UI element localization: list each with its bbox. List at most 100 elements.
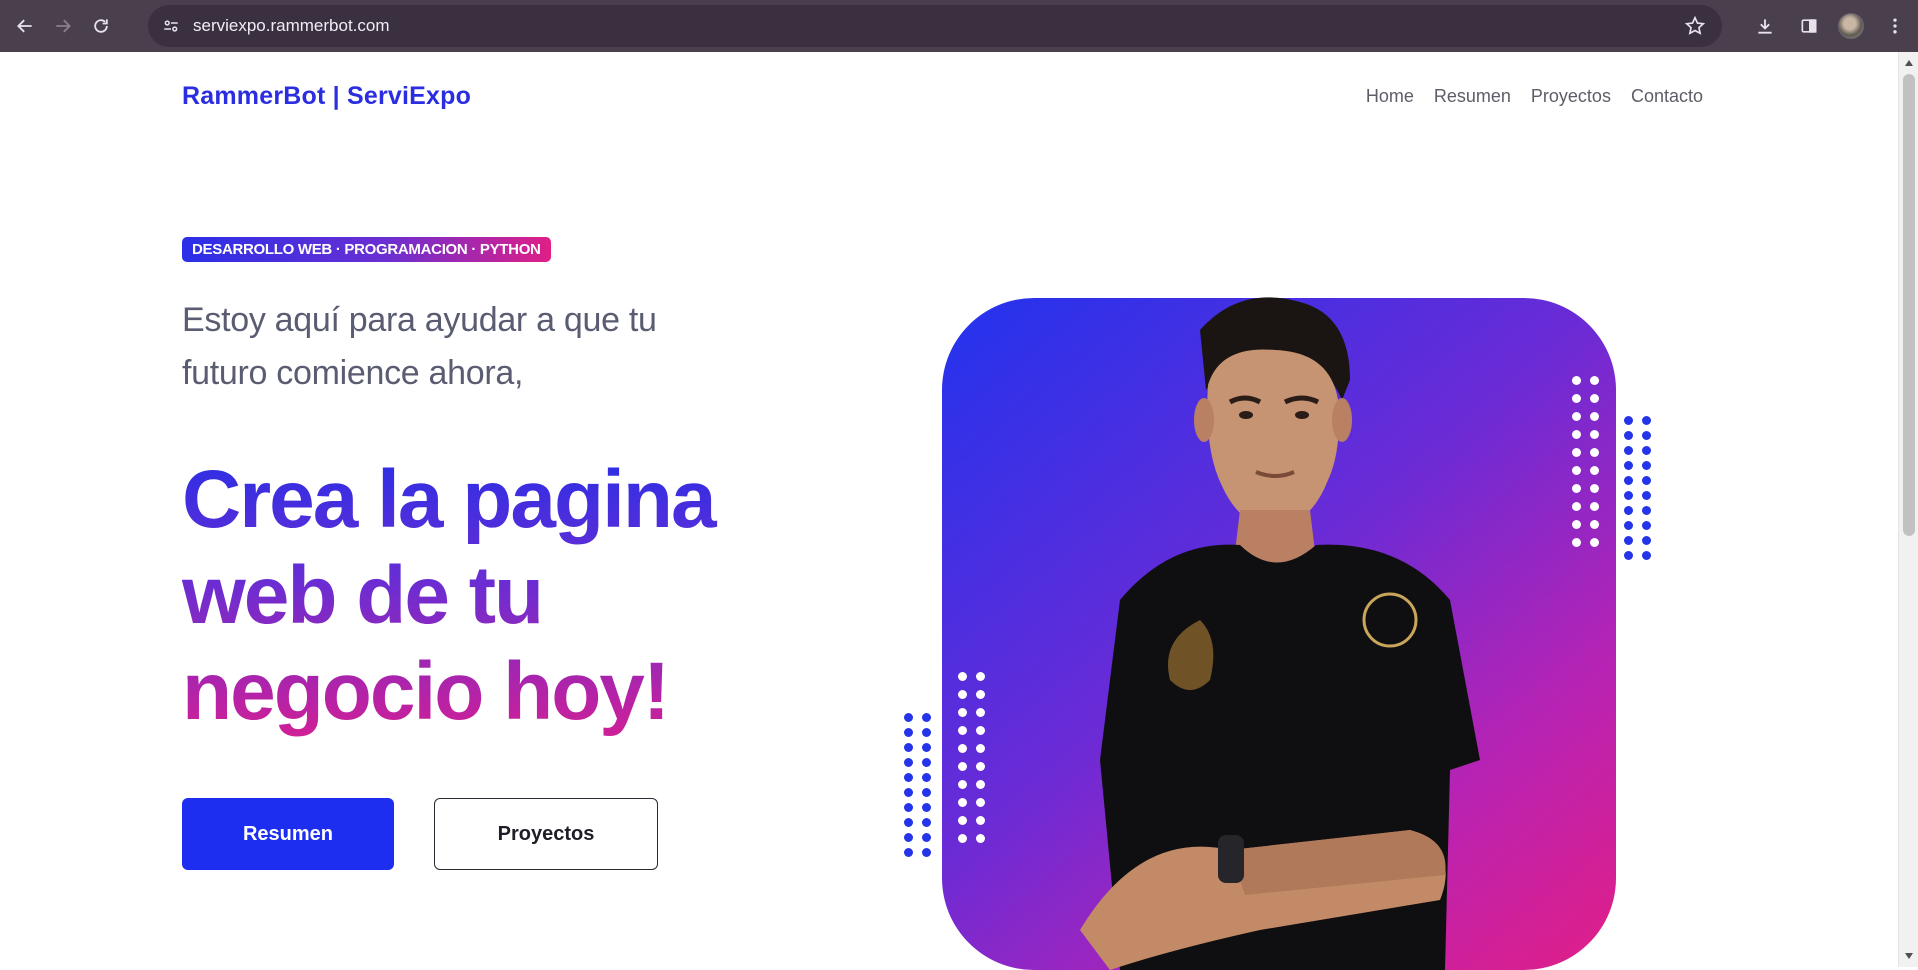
browser-menu-button[interactable] — [1876, 7, 1914, 45]
decorative-dot — [1642, 431, 1651, 440]
decorative-dot — [958, 708, 967, 717]
decorative-dot — [904, 728, 913, 737]
arrow-right-icon — [56, 19, 71, 33]
decorative-dot — [922, 818, 931, 827]
decorative-dot — [976, 780, 985, 789]
decorative-dot — [1590, 502, 1599, 511]
decorative-dot — [958, 744, 967, 753]
site-logo[interactable]: RammerBot | ServiExpo — [182, 82, 471, 111]
page-scrollbar[interactable] — [1898, 52, 1918, 967]
decorative-dot — [1642, 506, 1651, 515]
decorative-dot — [922, 773, 931, 782]
arrow-left-icon — [17, 19, 32, 33]
decorative-dot — [922, 743, 931, 752]
decorative-dot — [922, 833, 931, 842]
decorative-dot — [1642, 416, 1651, 425]
decorative-dot — [1642, 476, 1651, 485]
kebab-menu-icon — [1893, 18, 1897, 34]
decorative-dot — [1642, 461, 1651, 470]
nav-home[interactable]: Home — [1366, 86, 1414, 107]
decorative-dots-top-blue — [1624, 416, 1651, 560]
decorative-dot — [958, 834, 967, 843]
url-text: serviexpo.rammerbot.com — [193, 16, 390, 35]
profile-photo — [1080, 297, 1480, 970]
scroll-down-arrow-icon[interactable] — [1905, 953, 1913, 959]
hero-headline: Crea la pagina web de tu negocio hoy! — [182, 452, 802, 740]
scroll-up-arrow-icon[interactable] — [1905, 60, 1913, 66]
decorative-dot — [1624, 506, 1633, 515]
decorative-dot — [976, 708, 985, 717]
decorative-dot — [1590, 448, 1599, 457]
decorative-dot — [904, 773, 913, 782]
skills-badge: DESARROLLO WEB · PROGRAMACION · PYTHON — [182, 237, 551, 262]
site-info-icon[interactable] — [157, 12, 185, 40]
reload-button[interactable] — [82, 7, 120, 45]
decorative-dot — [1590, 466, 1599, 475]
browser-toolbar: serviexpo.rammerbot.com — [0, 0, 1918, 52]
decorative-dot — [1590, 430, 1599, 439]
nav-proyectos[interactable]: Proyectos — [1531, 86, 1611, 107]
decorative-dot — [958, 690, 967, 699]
decorative-dots-bottom-white — [958, 672, 985, 843]
resumen-button[interactable]: Resumen — [182, 798, 394, 870]
profile-avatar[interactable] — [1838, 13, 1864, 39]
decorative-dot — [904, 848, 913, 857]
decorative-dot — [1572, 376, 1581, 385]
proyectos-button[interactable]: Proyectos — [434, 798, 658, 870]
decorative-dot — [1590, 394, 1599, 403]
decorative-dot — [1642, 446, 1651, 455]
decorative-dot — [1572, 448, 1581, 457]
decorative-dot — [1590, 484, 1599, 493]
bookmark-star-icon[interactable] — [1684, 15, 1706, 42]
decorative-dot — [1590, 538, 1599, 547]
forward-button[interactable] — [44, 7, 82, 45]
decorative-dot — [904, 833, 913, 842]
decorative-dot — [1624, 551, 1633, 560]
decorative-dot — [904, 713, 913, 722]
nav-contacto[interactable]: Contacto — [1631, 86, 1703, 107]
side-panel-button[interactable] — [1790, 7, 1828, 45]
decorative-dot — [958, 762, 967, 771]
reload-icon — [94, 19, 108, 33]
side-panel-icon — [1801, 19, 1817, 33]
decorative-dot — [904, 788, 913, 797]
decorative-dot — [958, 816, 967, 825]
decorative-dot — [1572, 484, 1581, 493]
main-nav: Home Resumen Proyectos Contacto — [1366, 86, 1703, 107]
decorative-dot — [1572, 412, 1581, 421]
decorative-dots-top-white — [1572, 376, 1599, 547]
decorative-dot — [1624, 416, 1633, 425]
decorative-dot — [958, 672, 967, 681]
decorative-dot — [1572, 466, 1581, 475]
decorative-dot — [958, 726, 967, 735]
decorative-dot — [922, 788, 931, 797]
download-icon — [1758, 19, 1772, 34]
decorative-dot — [976, 798, 985, 807]
decorative-dot — [904, 758, 913, 767]
decorative-dot — [1642, 491, 1651, 500]
decorative-dot — [976, 726, 985, 735]
decorative-dot — [904, 803, 913, 812]
address-bar[interactable]: serviexpo.rammerbot.com — [148, 5, 1722, 47]
decorative-dot — [1572, 430, 1581, 439]
decorative-dot — [1572, 502, 1581, 511]
decorative-dot — [976, 690, 985, 699]
decorative-dot — [1624, 536, 1633, 545]
scroll-thumb[interactable] — [1903, 74, 1915, 536]
decorative-dot — [1624, 491, 1633, 500]
downloads-button[interactable] — [1746, 7, 1784, 45]
decorative-dot — [1590, 412, 1599, 421]
decorative-dot — [1642, 521, 1651, 530]
decorative-dot — [958, 798, 967, 807]
decorative-dot — [1624, 446, 1633, 455]
decorative-dot — [976, 672, 985, 681]
back-button[interactable] — [6, 7, 44, 45]
decorative-dot — [904, 743, 913, 752]
decorative-dot — [958, 780, 967, 789]
decorative-dot — [976, 744, 985, 753]
decorative-dot — [904, 818, 913, 827]
decorative-dot — [1624, 521, 1633, 530]
decorative-dot — [922, 713, 931, 722]
nav-resumen[interactable]: Resumen — [1434, 86, 1511, 107]
decorative-dot — [1642, 536, 1651, 545]
